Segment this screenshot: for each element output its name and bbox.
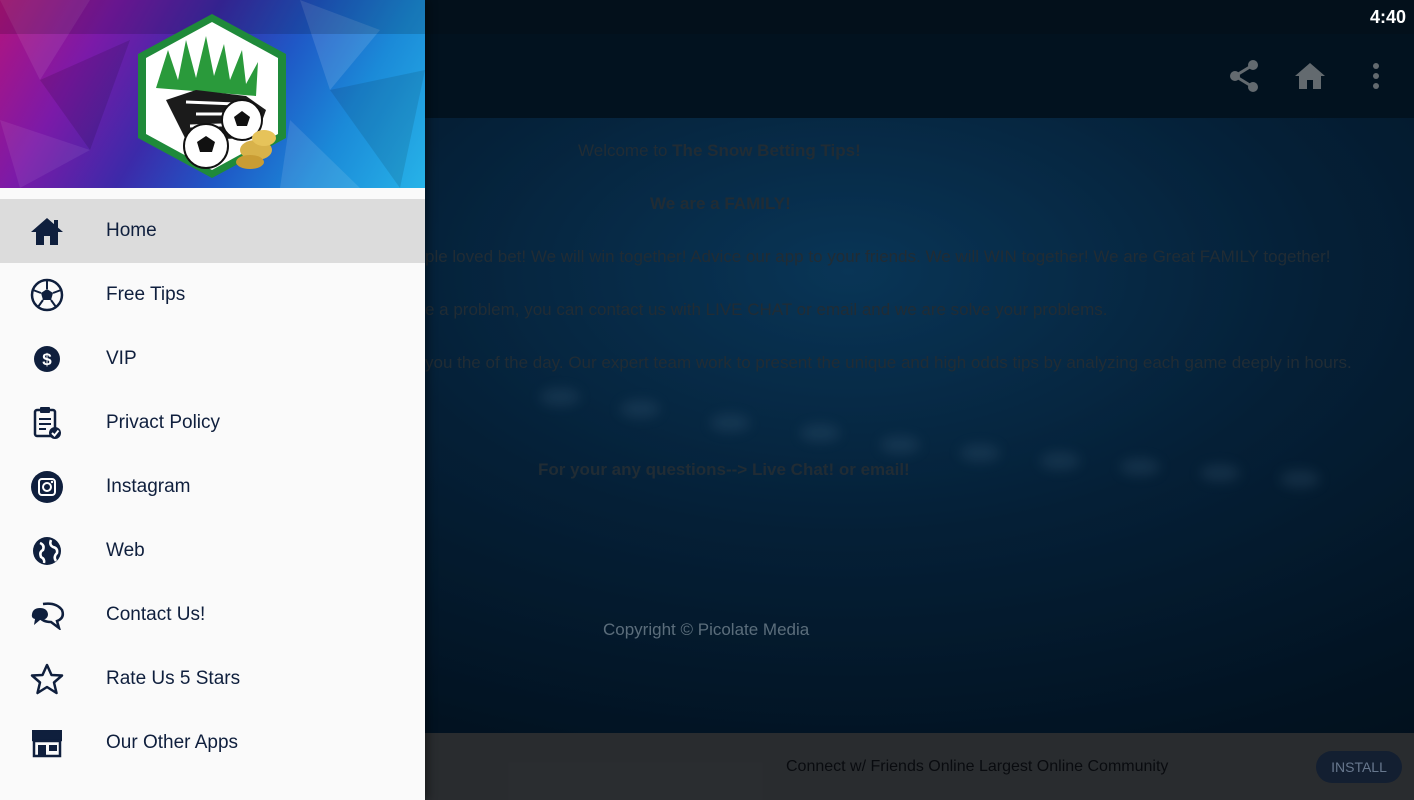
navigation-drawer: Home Free Tips $ VIP Privact Policy Inst… [0, 0, 425, 800]
status-time: 4:40 [1369, 7, 1406, 27]
drawer-item-other-apps[interactable]: Our Other Apps [0, 711, 425, 775]
globe-icon [29, 533, 65, 569]
drawer-item-label: Home [106, 220, 157, 241]
drawer-item-label: Privact Policy [106, 412, 221, 433]
chat-bubbles-icon [29, 597, 65, 633]
drawer-item-home[interactable]: Home [0, 199, 425, 263]
drawer-item-label: Contact Us! [106, 604, 206, 625]
drawer-item-label: Our Other Apps [106, 732, 239, 753]
drawer-item-contact-us[interactable]: Contact Us! [0, 583, 425, 647]
drawer-header [0, 0, 425, 188]
soccer-ball-icon [29, 277, 65, 313]
drawer-item-label: Rate Us 5 Stars [106, 668, 241, 689]
instagram-icon [29, 469, 65, 505]
drawer-item-label: Free Tips [106, 284, 186, 305]
drawer-item-vip[interactable]: $ VIP [0, 327, 425, 391]
drawer-item-label: VIP [106, 348, 137, 369]
drawer-menu: Home Free Tips $ VIP Privact Policy Inst… [0, 199, 425, 775]
dollar-icon: $ [29, 341, 65, 377]
drawer-item-label: Instagram [106, 476, 191, 497]
drawer-item-rate-us[interactable]: Rate Us 5 Stars [0, 647, 425, 711]
star-icon [29, 661, 65, 697]
svg-text:$: $ [42, 350, 52, 369]
store-icon [29, 725, 65, 761]
home-icon [29, 213, 65, 249]
screen: 4:40 Welcome to The Snow Betting Tips! W… [0, 0, 1414, 800]
drawer-item-privacy-policy[interactable]: Privact Policy [0, 391, 425, 455]
drawer-item-free-tips[interactable]: Free Tips [0, 263, 425, 327]
drawer-item-web[interactable]: Web [0, 519, 425, 583]
clipboard-check-icon [29, 405, 65, 441]
app-logo [126, 10, 298, 182]
drawer-item-label: Web [106, 540, 145, 561]
drawer-item-instagram[interactable]: Instagram [0, 455, 425, 519]
